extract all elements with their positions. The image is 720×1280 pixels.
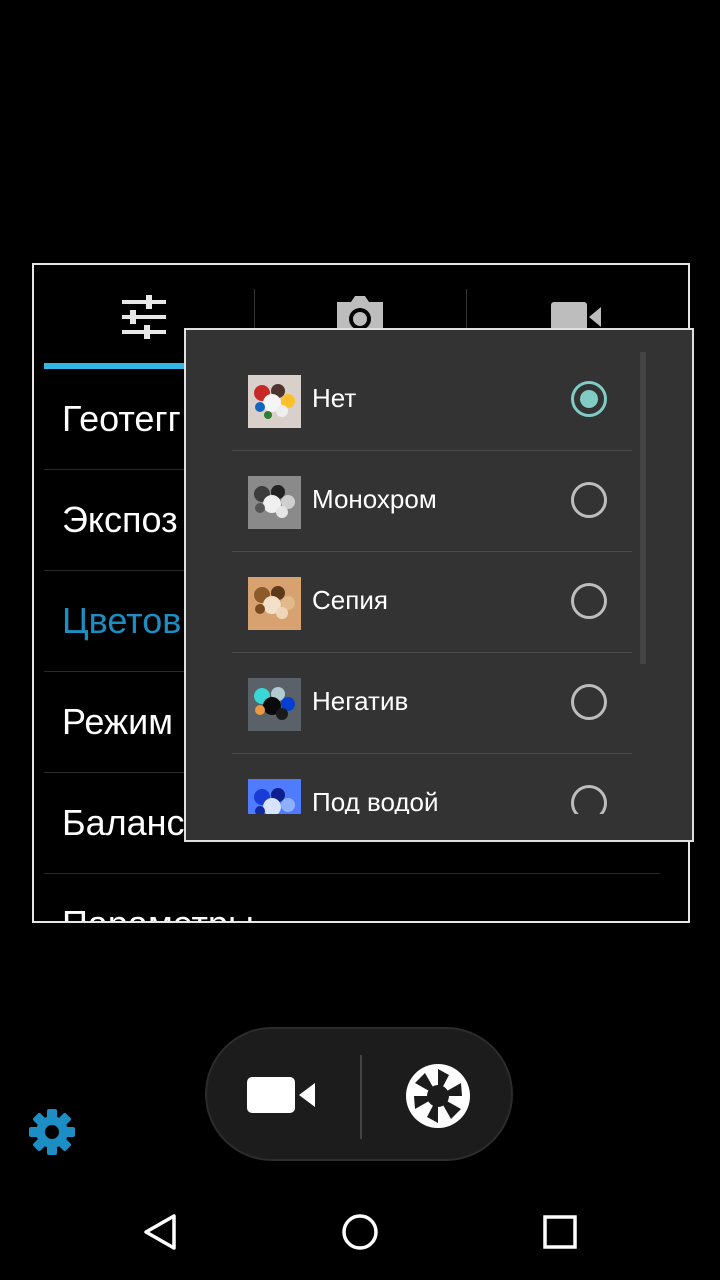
radio-button-selected[interactable] (571, 381, 607, 417)
recents-button[interactable] (538, 1210, 582, 1254)
option-label: Монохром (312, 484, 437, 514)
camera-control-bar (205, 1027, 513, 1161)
shutter-icon (406, 1064, 470, 1128)
effect-sepia-thumbnail (248, 577, 301, 630)
camera-screen: Геотегг Экспоз Цветов Режим Баланс Парам… (0, 0, 720, 1280)
popup-scrollbar[interactable] (640, 352, 646, 664)
radio-button[interactable] (571, 482, 607, 518)
option-label: Нет (312, 383, 357, 413)
settings-item-parameters[interactable]: Параметры (44, 874, 660, 921)
color-effect-option-sepia[interactable]: Сепия (232, 552, 632, 653)
color-effect-option-underwater[interactable]: Под водой (232, 754, 632, 814)
home-button[interactable] (338, 1210, 382, 1254)
color-effect-popup: Нет Монохром Сепия Негатив Под водой (184, 328, 694, 842)
back-button[interactable] (138, 1210, 182, 1254)
back-triangle-icon (144, 1214, 176, 1250)
video-camera-icon (247, 1077, 315, 1113)
option-label: Негатив (312, 686, 409, 716)
video-record-button[interactable] (243, 1073, 323, 1117)
effect-none-thumbnail (248, 375, 301, 428)
color-effect-option-negative[interactable]: Негатив (232, 653, 632, 754)
radio-button[interactable] (571, 785, 607, 814)
home-circle-icon (342, 1214, 378, 1250)
color-effect-list: Нет Монохром Сепия Негатив Под водой (232, 350, 632, 814)
gear-icon (29, 1109, 75, 1155)
effect-underwater-thumbnail (248, 779, 301, 814)
settings-button[interactable] (28, 1108, 76, 1156)
shutter-button[interactable] (405, 1063, 471, 1129)
system-navigation-bar (0, 1180, 720, 1280)
recents-square-icon (543, 1215, 577, 1249)
color-effect-option-none[interactable]: Нет (232, 350, 632, 451)
effect-negative-thumbnail (248, 678, 301, 731)
radio-button[interactable] (571, 684, 607, 720)
radio-button[interactable] (571, 583, 607, 619)
effect-mono-thumbnail (248, 476, 301, 529)
control-divider (360, 1055, 362, 1139)
settings-sliders-icon (122, 295, 166, 339)
option-label: Под водой (312, 787, 439, 814)
option-label: Сепия (312, 585, 388, 615)
color-effect-option-mono[interactable]: Монохром (232, 451, 632, 552)
